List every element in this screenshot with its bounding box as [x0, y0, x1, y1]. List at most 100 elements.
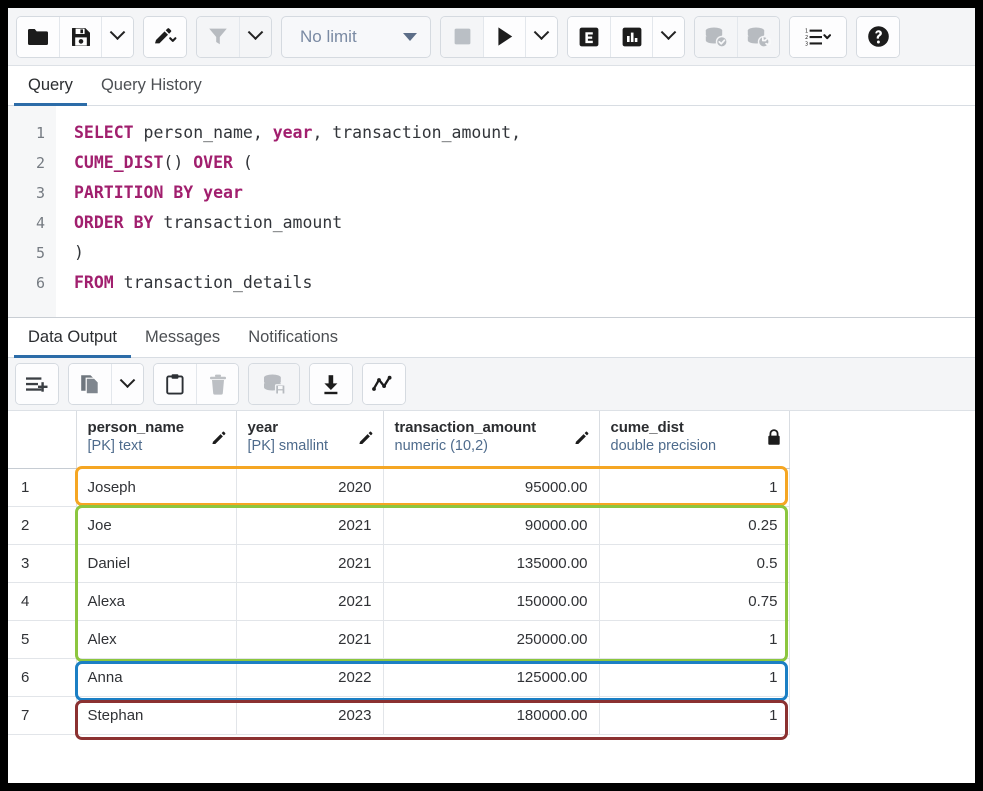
- chevron-down-icon: [248, 24, 264, 40]
- cell-person-name[interactable]: Joe: [76, 506, 236, 544]
- filter-button[interactable]: [197, 17, 239, 57]
- cell-transaction-amount[interactable]: 125000.00: [383, 658, 599, 696]
- row-number-cell[interactable]: 4: [8, 582, 76, 620]
- cell-person-name[interactable]: Joseph: [76, 468, 236, 506]
- row-number-cell[interactable]: 6: [8, 658, 76, 696]
- table-row[interactable]: 6Anna2022125000.001: [8, 658, 789, 696]
- save-file-dropdown[interactable]: [101, 17, 133, 57]
- chevron-down-icon: [120, 372, 136, 388]
- table-row[interactable]: 5Alex2021250000.001: [8, 620, 789, 658]
- cell-transaction-amount[interactable]: 95000.00: [383, 468, 599, 506]
- execute-dropdown[interactable]: [525, 17, 557, 57]
- execute-button[interactable]: [483, 17, 525, 57]
- explain-analyze-button[interactable]: [610, 17, 652, 57]
- sql-keyword: year: [273, 123, 313, 142]
- table-row[interactable]: 4Alexa2021150000.000.75: [8, 582, 789, 620]
- paste-button[interactable]: [154, 364, 196, 404]
- col-person-name-type: [PK] text: [88, 437, 226, 456]
- col-transaction-amount[interactable]: transaction_amount numeric (10,2): [383, 411, 599, 468]
- cell-year[interactable]: 2021: [236, 544, 383, 582]
- cell-person-name[interactable]: Alexa: [76, 582, 236, 620]
- sql-line: CUME_DIST() OVER (: [74, 148, 975, 178]
- rollback-button[interactable]: [737, 17, 779, 57]
- data-grid-container[interactable]: person_name [PK] text year [PK] smallint: [8, 411, 975, 782]
- graph-button[interactable]: [363, 364, 405, 404]
- help-button[interactable]: [857, 17, 899, 57]
- delete-row-button[interactable]: [196, 364, 238, 404]
- cell-year[interactable]: 2021: [236, 582, 383, 620]
- save-data-button[interactable]: [249, 364, 299, 404]
- cell-transaction-amount[interactable]: 180000.00: [383, 696, 599, 734]
- folder-icon: [27, 28, 49, 46]
- col-year[interactable]: year [PK] smallint: [236, 411, 383, 468]
- cell-year[interactable]: 2021: [236, 620, 383, 658]
- cell-year[interactable]: 2021: [236, 506, 383, 544]
- copy-dropdown[interactable]: [111, 364, 143, 404]
- cell-year[interactable]: 2020: [236, 468, 383, 506]
- sql-keyword: CUME_DIST: [74, 153, 163, 172]
- explain-e-icon: [578, 26, 600, 48]
- cell-person-name[interactable]: Alex: [76, 620, 236, 658]
- row-limit-select[interactable]: No limit: [281, 16, 431, 58]
- explain-button[interactable]: [568, 17, 610, 57]
- cell-year[interactable]: 2022: [236, 658, 383, 696]
- cell-person-name[interactable]: Daniel: [76, 544, 236, 582]
- cell-cume-dist[interactable]: 0.25: [599, 506, 789, 544]
- pencil-icon: [211, 431, 228, 453]
- open-file-button[interactable]: [17, 17, 59, 57]
- sql-editor[interactable]: 1 2 3 4 5 6 SELECT person_name, year, tr…: [8, 106, 975, 318]
- col-cume-dist[interactable]: cume_dist double precision: [599, 411, 789, 468]
- line-number: 1: [8, 118, 56, 148]
- stop-button[interactable]: [441, 17, 483, 57]
- row-number-cell[interactable]: 5: [8, 620, 76, 658]
- cell-cume-dist[interactable]: 1: [599, 696, 789, 734]
- copy-button[interactable]: [69, 364, 111, 404]
- table-row[interactable]: 2Joe202190000.000.25: [8, 506, 789, 544]
- sql-code-area[interactable]: SELECT person_name, year, transaction_am…: [56, 106, 975, 317]
- save-file-button[interactable]: [59, 17, 101, 57]
- cell-person-name[interactable]: Stephan: [76, 696, 236, 734]
- row-limit-value: No limit: [300, 27, 357, 47]
- row-number-cell[interactable]: 7: [8, 696, 76, 734]
- explain-dropdown[interactable]: [652, 17, 684, 57]
- cell-transaction-amount[interactable]: 150000.00: [383, 582, 599, 620]
- table-row[interactable]: 1Joseph202095000.001: [8, 468, 789, 506]
- cell-cume-dist[interactable]: 1: [599, 658, 789, 696]
- svg-text:3: 3: [805, 41, 808, 46]
- add-row-button[interactable]: [16, 364, 58, 404]
- cell-person-name[interactable]: Anna: [76, 658, 236, 696]
- col-person-name[interactable]: person_name [PK] text: [76, 411, 236, 468]
- row-number-cell[interactable]: 3: [8, 544, 76, 582]
- cell-cume-dist[interactable]: 0.75: [599, 582, 789, 620]
- cell-transaction-amount[interactable]: 90000.00: [383, 506, 599, 544]
- tab-notifications[interactable]: Notifications: [234, 319, 352, 358]
- tab-data-output[interactable]: Data Output: [14, 319, 131, 358]
- cell-cume-dist[interactable]: 1: [599, 620, 789, 658]
- row-number-cell[interactable]: 2: [8, 506, 76, 544]
- tab-query[interactable]: Query: [14, 67, 87, 106]
- clipboard-paste-icon: [165, 373, 185, 395]
- macros-button[interactable]: 1 2 3: [790, 17, 846, 57]
- graph-group: [362, 363, 406, 405]
- cell-year[interactable]: 2023: [236, 696, 383, 734]
- sql-line: SELECT person_name, year, transaction_am…: [74, 118, 975, 148]
- cell-transaction-amount[interactable]: 250000.00: [383, 620, 599, 658]
- tab-messages[interactable]: Messages: [131, 319, 234, 358]
- line-number: 4: [8, 208, 56, 238]
- download-arrow-icon: [321, 374, 341, 395]
- tab-query-history-label: Query History: [101, 76, 202, 95]
- filter-dropdown[interactable]: [239, 17, 271, 57]
- cell-cume-dist[interactable]: 0.5: [599, 544, 789, 582]
- table-row[interactable]: 3Daniel2021135000.000.5: [8, 544, 789, 582]
- table-row[interactable]: 7Stephan2023180000.001: [8, 696, 789, 734]
- cell-transaction-amount[interactable]: 135000.00: [383, 544, 599, 582]
- download-button[interactable]: [310, 364, 352, 404]
- tab-query-history[interactable]: Query History: [87, 67, 216, 106]
- main-toolbar: No limit: [8, 8, 975, 66]
- tab-data-output-label: Data Output: [28, 328, 117, 347]
- cell-cume-dist[interactable]: 1: [599, 468, 789, 506]
- edit-button[interactable]: [144, 17, 186, 57]
- question-circle-icon: [867, 25, 890, 48]
- commit-button[interactable]: [695, 17, 737, 57]
- row-number-cell[interactable]: 1: [8, 468, 76, 506]
